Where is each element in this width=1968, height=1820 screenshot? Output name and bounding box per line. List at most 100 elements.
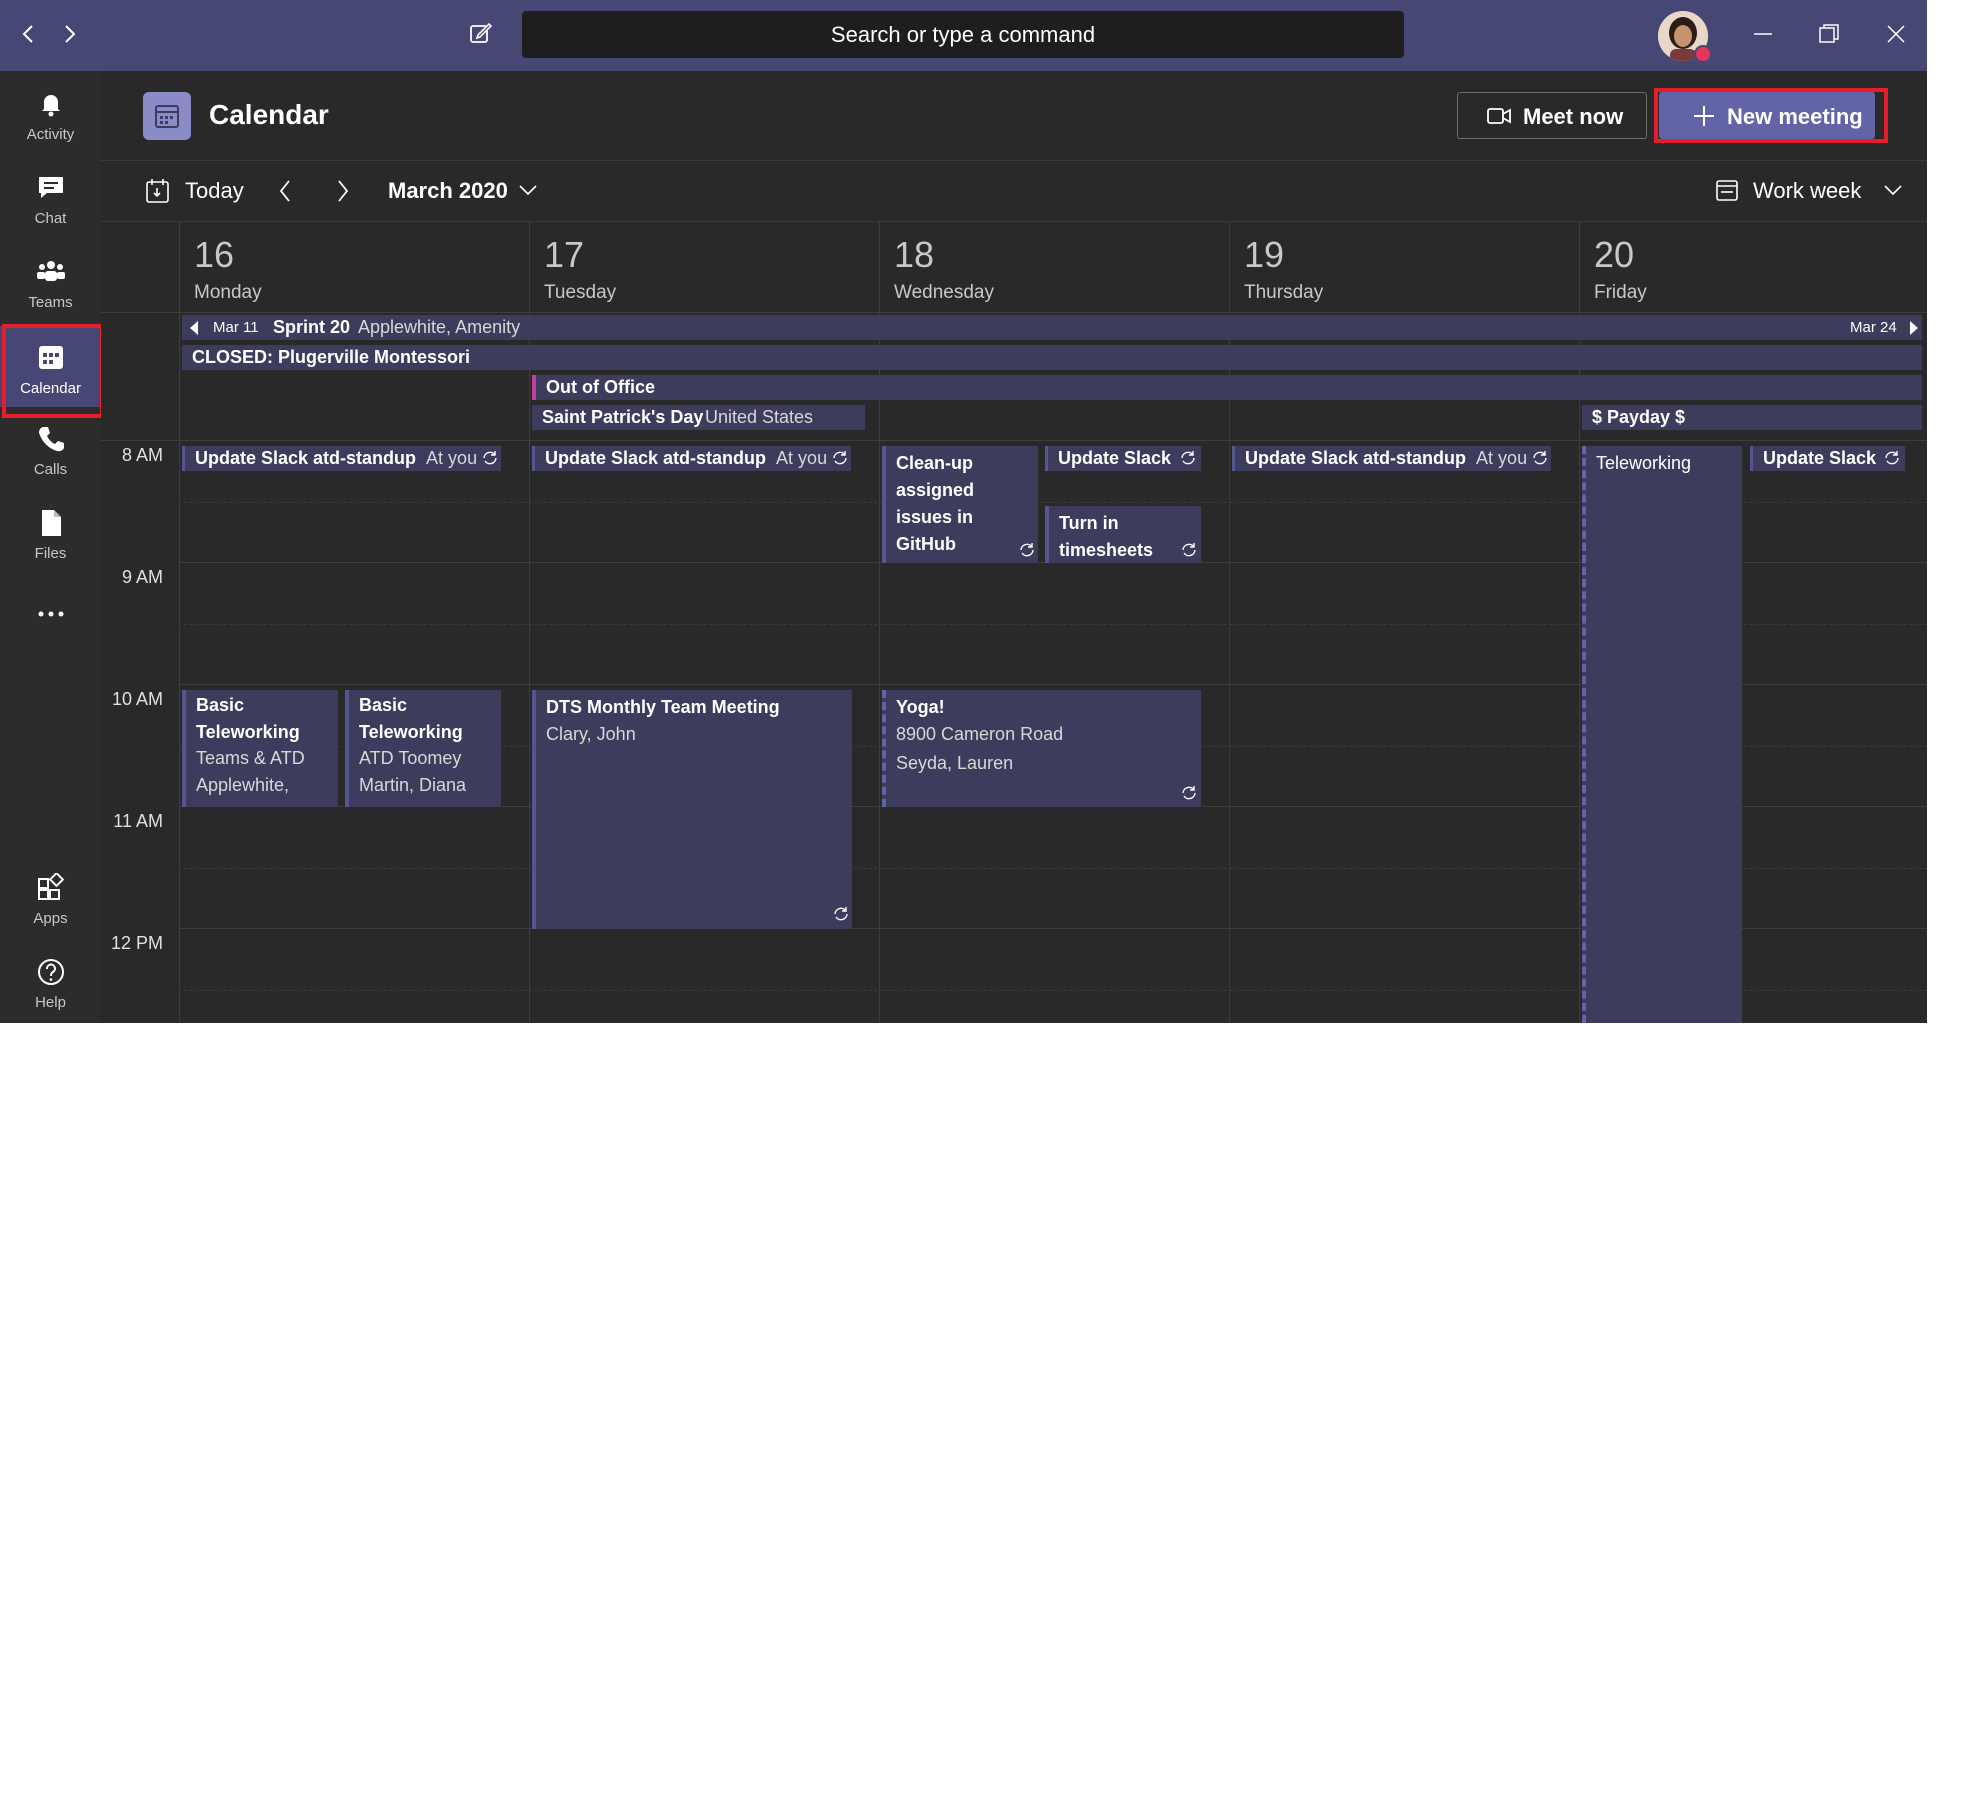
rail-item-help[interactable]: Help: [0, 945, 101, 1023]
day-header-thursday[interactable]: 19 Thursday: [1230, 222, 1580, 312]
timesheets-event[interactable]: Turn in timesheets: [1045, 506, 1201, 563]
calendar-grid: 16 Monday 17 Tuesday 18 Wednesday 19 Thu…: [101, 222, 1927, 1023]
rail-label: Activity: [26, 126, 75, 143]
search-input[interactable]: Search or type a command: [522, 11, 1404, 58]
title-bar: Search or type a command: [0, 0, 1927, 71]
standup-event-monday[interactable]: Update Slack atd-standup At you: [182, 446, 501, 471]
column-divider: [879, 222, 880, 1023]
close-button[interactable]: [1876, 14, 1916, 54]
meet-now-label: Meet now: [1523, 104, 1624, 129]
recurring-icon: [1885, 451, 1899, 465]
day-header-tuesday[interactable]: 17 Tuesday: [530, 222, 880, 312]
header-divider: [101, 312, 1927, 313]
day-header-monday[interactable]: 16 Monday: [180, 222, 530, 312]
event-organizer: Clary, John: [546, 724, 636, 744]
recurring-icon: [483, 451, 497, 465]
presence-status-icon: [1694, 45, 1712, 63]
basic-teleworking-event-1[interactable]: Basic Teleworking Teams & ATD Applewhite…: [182, 690, 338, 807]
app-rail: Activity Chat Teams Calendar Calls Files: [0, 71, 104, 1023]
sprint-end-date: Mar 24: [1850, 319, 1897, 336]
event-title: Update Slack atd-standup: [195, 448, 417, 468]
forward-button[interactable]: [50, 14, 90, 54]
rail-label: Calls: [33, 461, 68, 478]
rail-item-calls[interactable]: Calls: [0, 412, 101, 492]
holiday-title: Saint Patrick's Day: [542, 407, 704, 427]
closed-event[interactable]: CLOSED: Plugerville Montessori: [182, 345, 1922, 370]
sprint-people: Applewhite, Amenity: [358, 317, 521, 337]
column-divider: [529, 222, 530, 1023]
recurring-icon: [1181, 451, 1195, 465]
event-location: 8900 Cameron Road: [896, 724, 1064, 744]
event-title: Update Slack atd-standup: [1245, 448, 1467, 468]
chevron-left-icon: [22, 25, 33, 43]
rail-item-chat[interactable]: Chat: [0, 161, 101, 241]
month-label: March 2020: [388, 178, 508, 203]
sprint-event[interactable]: Mar 11 Sprint 20 Applewhite, Amenity Mar…: [182, 315, 1922, 340]
more-apps-button[interactable]: [0, 591, 101, 631]
caret-left-icon: [190, 321, 198, 335]
event-location: ATD Toomey: [359, 748, 462, 768]
saint-patricks-day-event[interactable]: Saint Patrick's Day United States: [532, 405, 865, 430]
dts-monthly-meeting-event[interactable]: DTS Monthly Team Meeting Clary, John: [532, 690, 852, 929]
column-divider: [1229, 222, 1230, 1023]
rail-item-teams[interactable]: Teams: [0, 245, 101, 325]
rail-label: Files: [34, 545, 67, 562]
day-header-wednesday[interactable]: 18 Wednesday: [880, 222, 1230, 312]
previous-week-button[interactable]: [271, 175, 301, 207]
day-number: 17: [544, 234, 585, 275]
chevron-down-icon: [519, 185, 537, 196]
minimize-button[interactable]: [1743, 14, 1783, 54]
event-subtitle: At you: [776, 448, 828, 468]
rail-item-apps[interactable]: Apps: [0, 861, 101, 941]
chat-icon: [39, 177, 63, 198]
time-label: 10 AM: [111, 689, 163, 709]
rail-item-files[interactable]: Files: [0, 496, 101, 576]
event-subtitle: At you: [1476, 448, 1528, 468]
caret-right-icon: [1910, 321, 1918, 335]
phone-icon: [39, 427, 64, 452]
event-title: DTS Monthly Team Meeting: [546, 697, 780, 717]
event-title: Turn in timesheets: [1059, 513, 1154, 560]
day-name: Friday: [1594, 282, 1647, 303]
next-week-button[interactable]: [329, 175, 359, 207]
rail-item-activity[interactable]: Activity: [0, 77, 101, 157]
recurring-icon: [1020, 543, 1034, 557]
help-icon: [38, 959, 64, 985]
view-label: Work week: [1753, 178, 1862, 203]
day-name: Monday: [194, 282, 262, 303]
meet-now-button[interactable]: Meet now: [1457, 92, 1647, 139]
file-icon: [42, 510, 61, 536]
chevron-right-icon: [338, 180, 349, 202]
close-icon: [1887, 25, 1905, 43]
event-title: Update Slack: [1763, 448, 1877, 468]
teleworking-event[interactable]: Teleworking: [1582, 446, 1742, 1023]
chevron-down-icon: [1884, 185, 1902, 196]
payday-event[interactable]: $ Payday $: [1582, 405, 1922, 430]
cleanup-event[interactable]: Clean-up assigned issues in GitHub: [882, 446, 1038, 563]
standup-event-thursday[interactable]: Update Slack atd-standup At you: [1232, 446, 1551, 471]
yoga-event[interactable]: Yoga! 8900 Cameron Road Seyda, Lauren: [882, 690, 1201, 807]
compose-button[interactable]: [461, 14, 501, 54]
back-button[interactable]: [8, 14, 48, 54]
day-number: 18: [894, 234, 935, 275]
update-slack-event-wednesday[interactable]: Update Slack: [1045, 446, 1201, 471]
event-title: Clean-up assigned issues in GitHub: [896, 453, 975, 554]
out-of-office-event[interactable]: Out of Office: [532, 375, 1922, 400]
restore-button[interactable]: [1809, 14, 1849, 54]
more-icon: [38, 611, 64, 617]
recurring-icon: [1182, 786, 1196, 800]
video-camera-icon: [1487, 108, 1511, 124]
rail-label: Help: [35, 994, 66, 1011]
day-header-friday[interactable]: 20 Friday: [1580, 222, 1927, 312]
update-slack-event-friday[interactable]: Update Slack: [1750, 446, 1905, 471]
time-label: 11 AM: [113, 811, 163, 831]
rail-label: Chat: [34, 210, 67, 227]
basic-teleworking-event-2[interactable]: Basic Teleworking ATD Toomey Martin, Dia…: [345, 690, 501, 807]
day-name: Wednesday: [894, 282, 994, 303]
calendar-icon: [155, 105, 179, 128]
month-picker[interactable]: March 2020: [388, 175, 548, 207]
teams-window: Search or type a command Activity Chat T…: [0, 0, 1927, 1023]
standup-event-tuesday[interactable]: Update Slack atd-standup At you: [532, 446, 851, 471]
today-button[interactable]: Today: [145, 175, 245, 207]
view-selector[interactable]: Work week: [1715, 175, 1915, 207]
